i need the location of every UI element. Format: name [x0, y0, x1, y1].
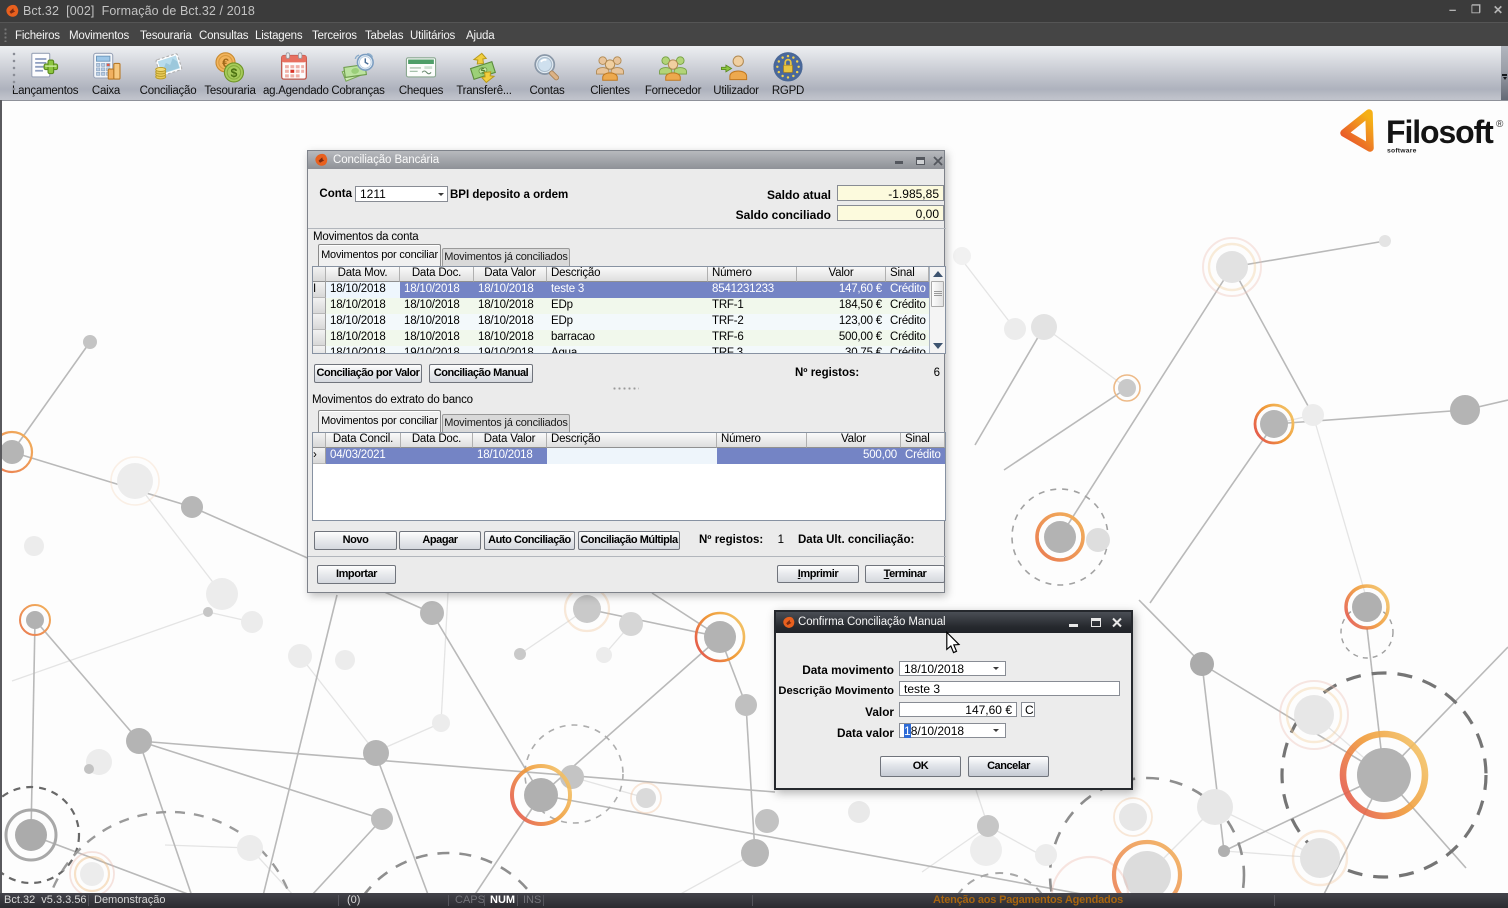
svg-text:®: ®: [1496, 119, 1504, 130]
svg-text:$: $: [230, 66, 237, 80]
svg-text:Filosoft: Filosoft: [1386, 114, 1494, 150]
svg-text:software: software: [1387, 148, 1417, 155]
